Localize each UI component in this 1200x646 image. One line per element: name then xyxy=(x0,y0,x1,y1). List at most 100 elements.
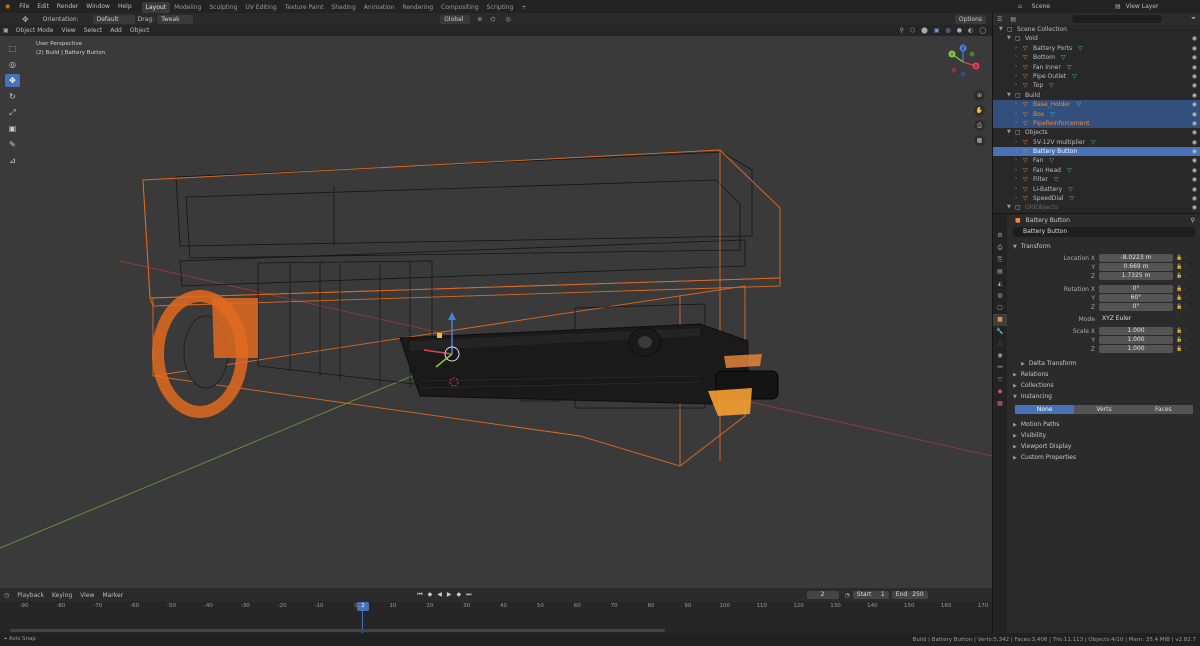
mesh-data-icon[interactable]: ▽ xyxy=(1091,138,1096,147)
lock-location-z-icon[interactable]: 🔓 · xyxy=(1176,272,1185,281)
orientation-dropdown[interactable]: Default xyxy=(92,14,135,24)
visibility-eye-icon[interactable]: ◉ xyxy=(1192,72,1197,81)
move-tool[interactable]: ✥ xyxy=(5,74,20,87)
modifier-tab-icon[interactable]: 🔧 xyxy=(993,326,1007,338)
measure-tool[interactable]: ⊿ xyxy=(5,154,20,167)
display-mode-icon[interactable]: ▤ xyxy=(1010,16,1016,23)
pin-icon[interactable]: ⚲ xyxy=(1191,217,1195,224)
rotation-mode-dropdown[interactable]: XYZ Euler xyxy=(1099,315,1173,323)
shading-solid-icon[interactable]: ● xyxy=(957,27,962,34)
visibility-eye-icon[interactable]: ◉ xyxy=(1192,138,1197,147)
lock-location-y-icon[interactable]: 🔓 · xyxy=(1176,263,1185,272)
timeline-menu-marker[interactable]: Marker xyxy=(98,592,127,599)
outliner-object-row[interactable]: › ▽ Fan Inner ▽ ◉ xyxy=(993,63,1200,72)
material-tab-icon[interactable]: ◉ xyxy=(993,386,1007,398)
outliner-object-row[interactable]: › ▽ Top ▽ ◉ xyxy=(993,81,1200,90)
visibility-eye-icon[interactable]: ◉ xyxy=(1192,119,1197,128)
tab-sculpting[interactable]: Sculpting xyxy=(205,2,241,13)
menu-select[interactable]: Select xyxy=(80,25,107,36)
menu-add[interactable]: Add xyxy=(106,25,126,36)
location-y-field[interactable]: 0.669 m xyxy=(1099,263,1173,271)
visibility-eye-icon[interactable]: ◉ xyxy=(1192,81,1197,90)
tool-tab-icon[interactable]: ⚙ xyxy=(993,230,1007,242)
end-frame-field[interactable]: End 250 xyxy=(891,591,928,599)
timeline-menu-playback[interactable]: Playback xyxy=(13,592,48,599)
xray-icon[interactable]: ▣ xyxy=(934,27,940,34)
menu-object[interactable]: Object xyxy=(126,25,154,36)
outliner-collection-row[interactable]: ▼ ▢ Objects ◉ xyxy=(993,128,1200,137)
mesh-data-icon[interactable]: ▽ xyxy=(1068,185,1073,194)
outliner-object-row[interactable]: › ▽ Fan ▽ ◉ xyxy=(993,156,1200,165)
instancing-faces-button[interactable]: Faces xyxy=(1133,405,1193,414)
mesh-data-icon[interactable]: ▽ xyxy=(1061,53,1066,62)
expand-arrow-icon[interactable]: ▼ xyxy=(1007,203,1015,212)
mesh-data-icon[interactable]: ▽ xyxy=(1078,44,1083,53)
object-tab-icon[interactable]: ■ xyxy=(993,314,1007,326)
menu-window[interactable]: Window xyxy=(82,0,114,13)
visibility-eye-icon[interactable]: ◉ xyxy=(1192,100,1197,109)
select-box-tool[interactable]: ⬚ xyxy=(5,42,20,55)
expand-arrow-icon[interactable]: ▼ xyxy=(1007,91,1015,100)
instancing-verts-button[interactable]: Verts xyxy=(1074,405,1134,414)
outliner-object-row[interactable]: › ▽ Battery Ports ▽ ◉ xyxy=(993,44,1200,53)
mesh-data-icon[interactable]: ▽ xyxy=(1076,100,1081,109)
current-frame-marker[interactable]: 2 xyxy=(357,602,369,611)
outliner-object-row[interactable]: › ▽ Li-Battery ▽ ◉ xyxy=(993,185,1200,194)
collections-panel[interactable]: ▶ Collections xyxy=(1009,380,1199,391)
instancing-panel[interactable]: ▼ Instancing xyxy=(1009,391,1199,402)
render-tab-icon[interactable]: ⎙ xyxy=(993,242,1007,254)
visibility-icon[interactable]: ⚲ xyxy=(899,27,903,34)
menu-file[interactable]: File xyxy=(15,0,33,13)
rotation-z-field[interactable]: 0° xyxy=(1099,303,1173,311)
output-tab-icon[interactable]: ⎘ xyxy=(993,254,1007,266)
timeline-ruler[interactable]: -90 -80 -70 -60 -50 -40 -30 -20 -10 0 10 20 30 40 50 60… xyxy=(0,602,992,612)
overlay-icon[interactable]: ⬤ xyxy=(921,27,928,34)
tab-scripting[interactable]: Scripting xyxy=(483,2,518,13)
outliner-search-input[interactable] xyxy=(1072,15,1163,23)
tab-shading[interactable]: Shading xyxy=(327,2,359,13)
lock-scale-z-icon[interactable]: 🔓 · xyxy=(1176,345,1185,354)
3d-viewport[interactable]: ⬚ ◎ ✥ ↻ ⤢ ▣ ✎ ⊿ User Perspective (2) Bui… xyxy=(0,36,992,588)
lock-location-x-icon[interactable]: 🔓 · xyxy=(1176,254,1185,263)
lock-scale-y-icon[interactable]: 🔓 · xyxy=(1176,336,1185,345)
timeline-scrollbar[interactable] xyxy=(10,629,665,632)
scale-y-field[interactable]: 1.000 xyxy=(1099,336,1173,344)
delta-transform-panel[interactable]: ▶ Delta Transform xyxy=(1009,358,1199,369)
shading-wireframe-icon[interactable]: ◍ xyxy=(946,27,951,34)
data-tab-icon[interactable]: ▽ xyxy=(993,374,1007,386)
relations-panel[interactable]: ▶ Relations xyxy=(1009,369,1199,380)
mesh-data-icon[interactable]: ▽ xyxy=(1069,194,1074,203)
outliner-object-row[interactable]: › ▽ 5V-12V multiplier ▽ ◉ xyxy=(993,138,1200,147)
outliner-collection-row[interactable]: ▼ ▢ Void ◉ xyxy=(993,34,1200,43)
lock-rotation-y-icon[interactable]: 🔓 · xyxy=(1176,294,1185,303)
outliner-object-row[interactable]: › ▽ Fan Head ▽ ◉ xyxy=(993,166,1200,175)
menu-edit[interactable]: Edit xyxy=(33,0,53,13)
outliner-object-row[interactable]: › ▽ SpeedDial ▽ ◉ xyxy=(993,194,1200,203)
view-layer-selector[interactable]: ▤ View Layer xyxy=(1115,0,1158,13)
scale-z-field[interactable]: 1.000 xyxy=(1099,345,1173,353)
visibility-eye-icon[interactable]: ◉ xyxy=(1192,185,1197,194)
expand-arrow-icon[interactable]: ▼ xyxy=(1007,34,1015,43)
shading-rendered-icon[interactable]: ◯ xyxy=(979,27,986,34)
filter-icon[interactable]: ⏷ xyxy=(1191,15,1196,23)
object-name-field[interactable]: Battery Button xyxy=(1013,227,1195,237)
visibility-eye-icon[interactable]: ◉ xyxy=(1192,110,1197,119)
snap-icon[interactable]: ⌬ xyxy=(490,16,495,23)
outliner-object-row[interactable]: › ▽ Filter ▽ ◉ xyxy=(993,175,1200,184)
timeline-menu-view[interactable]: View xyxy=(76,592,98,599)
drag-dropdown[interactable]: Tweak xyxy=(157,14,194,24)
rotation-y-field[interactable]: 60° xyxy=(1099,294,1173,302)
visibility-eye-icon[interactable]: ◉ xyxy=(1192,147,1197,156)
visibility-eye-icon[interactable]: ◉ xyxy=(1192,128,1197,137)
pivot-icon[interactable]: ⊛ xyxy=(477,16,482,23)
cursor-tool[interactable]: ◎ xyxy=(5,58,20,71)
camera-icon[interactable]: ⎙ xyxy=(974,120,985,131)
tab-compositing[interactable]: Compositing xyxy=(437,2,483,13)
physics-tab-icon[interactable]: ◉ xyxy=(993,350,1007,362)
tab-animation[interactable]: Animation xyxy=(360,2,399,13)
preview-range-icon[interactable]: ◔ xyxy=(845,592,850,599)
visibility-eye-icon[interactable]: ◉ xyxy=(1192,91,1197,100)
lock-rotation-x-icon[interactable]: 🔓 · xyxy=(1176,285,1185,294)
blender-logo-icon[interactable]: ◉ xyxy=(0,3,15,10)
gizmo-toggle-icon[interactable]: ⬡ xyxy=(910,27,915,34)
